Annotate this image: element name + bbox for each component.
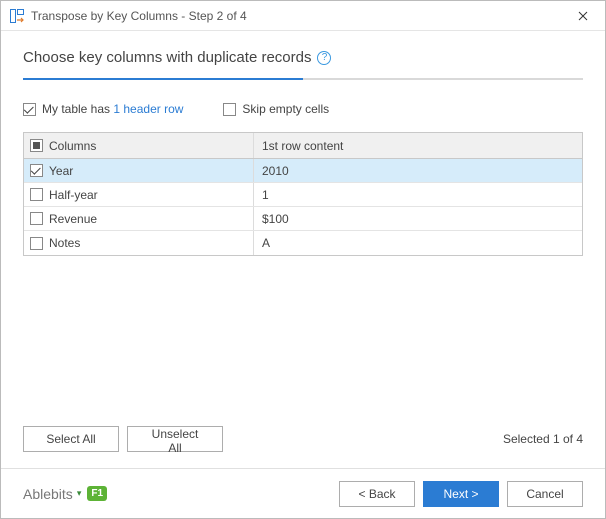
options-row: My table has 1 header row Skip empty cel… bbox=[23, 102, 583, 116]
col-header-content: 1st row content bbox=[262, 139, 343, 153]
skip-empty-checkbox[interactable]: Skip empty cells bbox=[223, 102, 329, 116]
brand-text: Ablebits bbox=[23, 486, 73, 502]
row-content: $100 bbox=[262, 212, 289, 226]
next-button[interactable]: Next > bbox=[423, 481, 499, 507]
brand-link[interactable]: Ablebits ▾ bbox=[23, 486, 81, 502]
row-checkbox[interactable] bbox=[30, 188, 43, 201]
window-title: Transpose by Key Columns - Step 2 of 4 bbox=[31, 9, 247, 23]
table-row[interactable]: Half-year 1 bbox=[24, 183, 582, 207]
row-content: A bbox=[262, 236, 270, 250]
checkbox-icon bbox=[23, 103, 36, 116]
app-icon bbox=[9, 8, 25, 24]
row-content: 2010 bbox=[262, 164, 289, 178]
unselect-all-button[interactable]: Unselect All bbox=[127, 426, 223, 452]
selection-status: Selected 1 of 4 bbox=[503, 432, 583, 446]
select-all-rows-checkbox[interactable] bbox=[30, 139, 43, 152]
selection-controls: Select All Unselect All Selected 1 of 4 bbox=[23, 416, 583, 452]
table-row[interactable]: Year 2010 bbox=[24, 159, 582, 183]
table-row[interactable]: Revenue $100 bbox=[24, 207, 582, 231]
row-content: 1 bbox=[262, 188, 269, 202]
col-header-columns: Columns bbox=[49, 139, 96, 153]
cancel-button[interactable]: Cancel bbox=[507, 481, 583, 507]
footer: Ablebits ▾ F1 < Back Next > Cancel bbox=[1, 468, 605, 518]
heading-text: Choose key columns with duplicate record… bbox=[23, 49, 311, 66]
columns-table: Columns 1st row content Year 2010 Half-yea… bbox=[23, 132, 583, 256]
chevron-down-icon: ▾ bbox=[77, 488, 82, 499]
row-column-name: Revenue bbox=[49, 212, 97, 226]
skip-empty-label: Skip empty cells bbox=[242, 102, 329, 116]
content-area: Choose key columns with duplicate record… bbox=[1, 31, 605, 468]
row-checkbox[interactable] bbox=[30, 212, 43, 225]
close-button[interactable] bbox=[561, 1, 605, 31]
help-f1-button[interactable]: F1 bbox=[87, 486, 107, 501]
row-checkbox[interactable] bbox=[30, 164, 43, 177]
progress-fill bbox=[23, 78, 303, 80]
header-row-link[interactable]: 1 header row bbox=[113, 102, 183, 116]
wizard-buttons: < Back Next > Cancel bbox=[339, 481, 583, 507]
row-checkbox[interactable] bbox=[30, 237, 43, 250]
header-row-prefix: My table has bbox=[42, 102, 113, 116]
close-icon bbox=[578, 11, 588, 21]
back-button[interactable]: < Back bbox=[339, 481, 415, 507]
row-column-name: Year bbox=[49, 164, 73, 178]
help-icon[interactable]: ? bbox=[317, 51, 331, 65]
progress-bar bbox=[23, 78, 583, 80]
step-heading: Choose key columns with duplicate record… bbox=[23, 49, 583, 66]
checkbox-icon bbox=[223, 103, 236, 116]
header-row-checkbox[interactable]: My table has 1 header row bbox=[23, 102, 183, 116]
titlebar: Transpose by Key Columns - Step 2 of 4 bbox=[1, 1, 605, 31]
row-column-name: Half-year bbox=[49, 188, 98, 202]
row-column-name: Notes bbox=[49, 236, 80, 250]
select-all-button[interactable]: Select All bbox=[23, 426, 119, 452]
table-header: Columns 1st row content bbox=[24, 133, 582, 159]
table-row[interactable]: Notes A bbox=[24, 231, 582, 255]
